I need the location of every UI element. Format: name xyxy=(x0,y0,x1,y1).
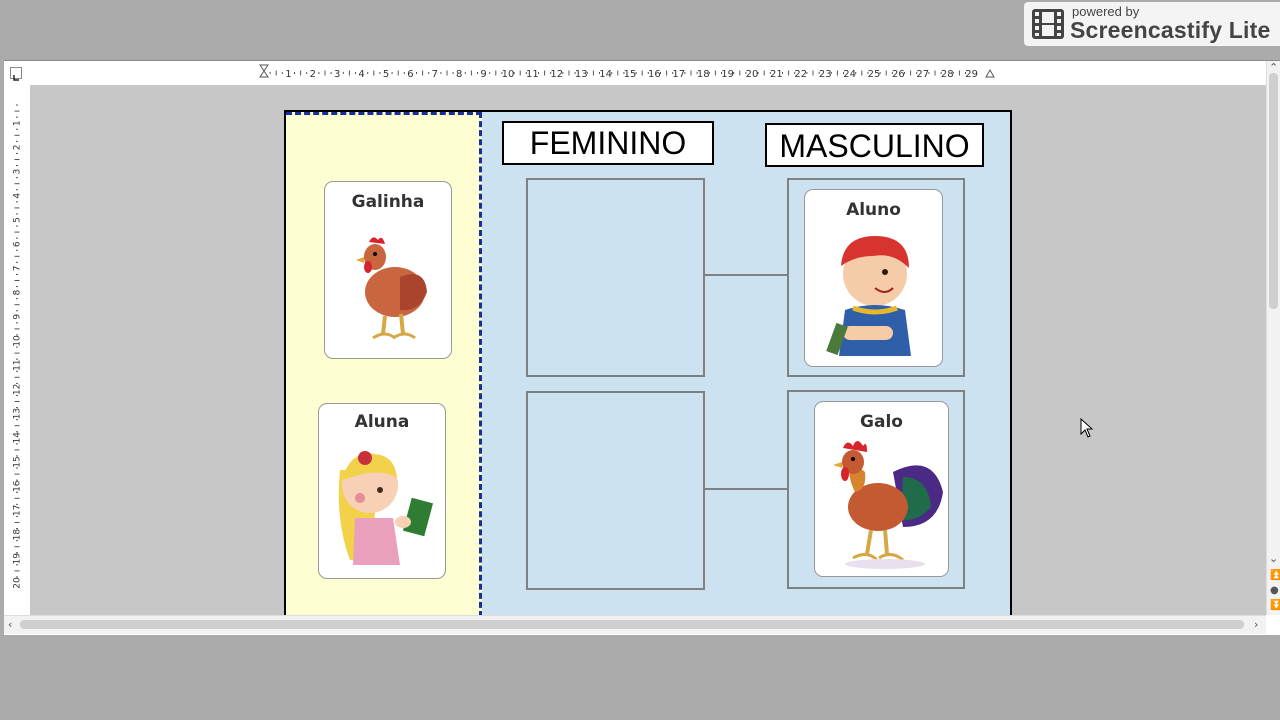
tab-stop-selector-button[interactable] xyxy=(10,67,22,81)
document-editor: 1 2 3 4 5 6 7 8 9 10 11 12 13 14 15 16 17 18 19 20 21 22 23 24 2… xyxy=(4,60,1280,635)
card-galo[interactable]: Galo xyxy=(814,401,949,577)
ruler-number: 25 xyxy=(868,69,881,80)
ruler-number: 18 xyxy=(697,69,710,80)
ruler-number: 5 xyxy=(383,69,389,80)
ruler-number: 19 xyxy=(721,69,734,80)
ruler-number: 16 xyxy=(13,480,23,492)
ruler-number: 14 xyxy=(13,432,23,444)
vertical-scroll-thumb[interactable] xyxy=(1269,73,1278,309)
ruler-number: 13 xyxy=(575,69,588,80)
ruler-number: 29 xyxy=(965,69,978,80)
card-label-aluno: Aluno xyxy=(846,200,901,220)
connector-line-2 xyxy=(705,488,787,490)
ruler-number: 10 xyxy=(13,335,23,347)
card-aluno[interactable]: Aluno xyxy=(804,189,943,367)
ruler-number: 1 xyxy=(285,69,291,80)
ruler-number: 8 xyxy=(456,69,462,80)
document-workspace: FEMININO MASCULINO Galinha Aluna Aluno G… xyxy=(30,86,1266,615)
horizontal-ruler[interactable]: 1 2 3 4 5 6 7 8 9 10 11 12 13 14 15 16 17 18 19 20 21 22 23 24 2… xyxy=(30,61,1266,86)
watermark-brand: Screencastify Lite xyxy=(1070,17,1271,43)
connector-line-1 xyxy=(705,274,787,276)
scroll-left-icon[interactable]: ‹ xyxy=(8,619,12,630)
heading-masculino: MASCULINO xyxy=(765,123,984,167)
ruler-number: 7 xyxy=(432,69,438,80)
ruler-number: 9 xyxy=(13,314,23,320)
ruler-number: 20 xyxy=(746,69,759,80)
ruler-number: 3 xyxy=(334,69,340,80)
ruler-number: 15 xyxy=(13,456,23,467)
ruler-number: 2 xyxy=(13,145,23,151)
rooster-icon xyxy=(833,441,943,569)
ruler-number: 17 xyxy=(13,505,23,516)
left-indent-marker[interactable] xyxy=(259,64,269,78)
ruler-number: 10 xyxy=(502,69,515,80)
schoolgirl-icon xyxy=(338,451,434,565)
ruler-number: 19 xyxy=(13,553,23,565)
horizontal-scroll-thumb[interactable] xyxy=(20,620,1244,629)
ruler-number: 20 xyxy=(13,577,23,589)
right-indent-marker[interactable] xyxy=(985,68,995,78)
ruler-number: 4 xyxy=(358,69,364,80)
ruler-number: 11 xyxy=(526,69,539,80)
ruler-number: 22 xyxy=(794,69,807,80)
previous-page-icon[interactable]: ⏫ xyxy=(1270,570,1280,581)
ruler-number: 24 xyxy=(843,69,856,80)
film-icon xyxy=(1032,9,1064,39)
ruler-number: 6 xyxy=(407,69,413,80)
ruler-number: 16 xyxy=(648,69,661,80)
heading-feminino: FEMININO xyxy=(502,121,714,165)
hen-icon xyxy=(356,237,427,340)
ruler-number: 8 xyxy=(13,289,23,295)
card-aluna[interactable]: Aluna xyxy=(318,403,446,579)
ruler-number: 14 xyxy=(599,69,612,80)
ruler-number: 11 xyxy=(13,359,23,370)
schoolboy-icon xyxy=(826,236,911,356)
ruler-number: 28 xyxy=(941,69,954,80)
feminine-box-1[interactable] xyxy=(526,178,705,377)
screencastify-watermark: powered by Screencastify Lite xyxy=(1024,2,1280,46)
vertical-scrollbar[interactable]: ⌃ ⌄ ⏫ ● ⏬ xyxy=(1266,61,1280,615)
ruler-number: 15 xyxy=(624,69,637,80)
scroll-right-icon[interactable]: › xyxy=(1254,619,1258,630)
ruler-number: 1 xyxy=(13,120,23,126)
ruler-number: 17 xyxy=(672,69,685,80)
ruler-number: 23 xyxy=(819,69,832,80)
scroll-down-icon[interactable]: ⌄ xyxy=(1269,553,1278,564)
ruler-number: 4 xyxy=(13,193,23,199)
next-page-icon[interactable]: ⏬ xyxy=(1270,600,1280,611)
card-label-galinha: Galinha xyxy=(351,192,425,212)
ruler-number: 9 xyxy=(480,69,486,80)
ruler-number: 7 xyxy=(13,266,23,272)
card-label-aluna: Aluna xyxy=(354,412,410,432)
document-page[interactable]: FEMININO MASCULINO Galinha Aluna Aluno G… xyxy=(284,110,1012,615)
scroll-up-icon[interactable]: ⌃ xyxy=(1269,62,1278,73)
card-galinha[interactable]: Galinha xyxy=(324,181,452,359)
ruler-number: 26 xyxy=(892,69,905,80)
ruler-number: 12 xyxy=(13,384,23,395)
ruler-number: 5 xyxy=(13,217,23,223)
ruler-number: 21 xyxy=(770,69,783,80)
ruler-number: 12 xyxy=(550,69,563,80)
ruler-number: 27 xyxy=(916,69,929,80)
ruler-number: 3 xyxy=(13,169,23,175)
card-label-galo: Galo xyxy=(860,412,903,432)
ruler-number: 18 xyxy=(13,529,23,541)
horizontal-scrollbar[interactable]: ‹ › xyxy=(4,615,1266,634)
mouse-cursor-icon xyxy=(1080,418,1094,438)
vertical-ruler[interactable]: 1 2 3 4 5 6 7 8 9 10 11 12 13 14 15 16 17 18 19 20 xyxy=(4,86,31,615)
feminine-box-2[interactable] xyxy=(526,391,705,590)
ruler-number: 2 xyxy=(310,69,316,80)
ruler-number: 6 xyxy=(13,241,23,247)
ruler-number: 13 xyxy=(13,408,23,419)
navigator-icon[interactable]: ● xyxy=(1270,585,1279,596)
